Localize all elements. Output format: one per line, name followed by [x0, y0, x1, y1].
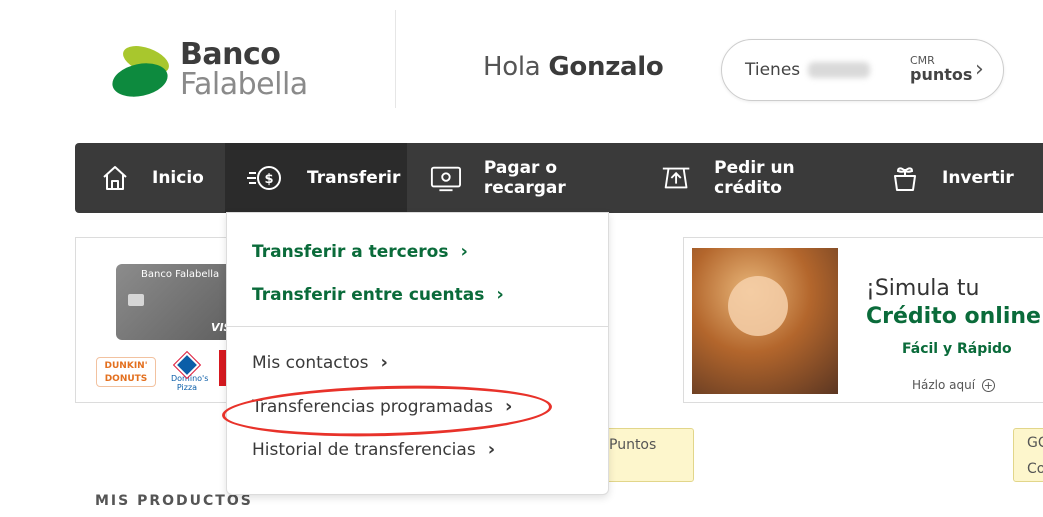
points-value-blurred: [808, 62, 870, 78]
main-nav: Inicio $ Transferir Pagar o recargar Ped…: [75, 143, 1043, 213]
chevron-right-icon: ›: [496, 284, 504, 305]
home-icon: [103, 166, 127, 190]
greeting: Hola Gonzalo: [483, 52, 664, 82]
banner-title-line1: ¡Simula tu: [866, 276, 980, 301]
menu-item-transferir-terceros[interactable]: Transferir a terceros ›: [252, 241, 468, 262]
logo-leaf-icon: [112, 46, 169, 97]
product-card-partial[interactable]: GC Co: [1013, 428, 1043, 482]
payment-screen-icon: [430, 166, 461, 192]
card-bank-name: Banco Falabella: [141, 269, 220, 280]
nav-label-transferir: Transferir: [307, 168, 401, 188]
section-title-mis-productos: MIS PRODUCTOS: [95, 493, 253, 509]
svg-text:$: $: [264, 172, 273, 187]
dominos-pizza-logo: Domino's Pizza: [171, 350, 208, 392]
transferir-dropdown-menu: Transferir a terceros › Transferir entre…: [226, 212, 609, 495]
menu-item-historial-transferencias[interactable]: Historial de transferencias ›: [252, 439, 495, 460]
points-label: Tienes: [745, 60, 801, 80]
banco-falabella-logo[interactable]: Banco Falabella: [110, 38, 320, 104]
user-name: Gonzalo: [548, 52, 664, 82]
cmr-puntos-logo: CMR puntos: [910, 54, 973, 84]
menu-item-transferir-entre-cuentas[interactable]: Transferir entre cuentas ›: [252, 284, 504, 305]
logo-text-falabella: Falabella: [180, 67, 308, 102]
menu-label: Transferir a terceros: [252, 241, 449, 262]
nav-label-inicio: Inicio: [152, 168, 204, 188]
transfer-money-icon: $: [247, 166, 281, 190]
nav-item-transferir[interactable]: $ Transferir: [225, 143, 407, 213]
family-photo: [692, 248, 838, 394]
partial-text-1: GC: [1027, 435, 1043, 451]
investment-icon: [894, 167, 916, 191]
chevron-right-icon: ›: [975, 57, 984, 82]
menu-label: Transferir entre cuentas: [252, 284, 485, 305]
banner-title-line2: Crédito online!: [866, 304, 1043, 329]
banner-cta-label: Házlo aquí: [912, 378, 976, 392]
menu-label: Historial de transferencias: [252, 439, 476, 460]
chevron-right-icon: ›: [460, 241, 468, 262]
chevron-right-icon: ›: [487, 439, 496, 460]
points-card-label: Puntos: [609, 437, 657, 453]
credit-icon: [662, 167, 690, 189]
nav-label-credito: Pedir un crédito: [714, 158, 795, 198]
menu-divider: [227, 326, 608, 327]
puntos-text: puntos: [910, 65, 973, 84]
plus-circle-icon: +: [981, 379, 995, 392]
simula-credito-banner[interactable]: ¡Simula tu Crédito online! Fácil y Rápid…: [683, 237, 1043, 403]
menu-item-mis-contactos[interactable]: Mis contactos ›: [252, 352, 388, 373]
logo-text-banco: Banco: [180, 37, 281, 72]
credit-card-promo[interactable]: Banco Falabella VISA DUNKIN' DONUTS Domi…: [75, 237, 246, 403]
nav-item-pagar-o-recargar[interactable]: Pagar o recargar: [430, 143, 635, 213]
banner-subtitle: Fácil y Rápido: [902, 341, 1012, 357]
partner-brands: DUNKIN' DONUTS Domino's Pizza: [96, 350, 208, 392]
nav-item-invertir[interactable]: Invertir: [890, 143, 1043, 213]
card-chip: [128, 294, 144, 306]
cmr-points-button[interactable]: Tienes CMR puntos ›: [721, 39, 1004, 101]
dominos-text: Domino's Pizza: [171, 374, 209, 392]
dunkin-donuts-logo: DUNKIN' DONUTS: [96, 357, 156, 387]
chevron-right-icon: ›: [380, 352, 388, 373]
nav-label-invertir: Invertir: [942, 168, 1014, 188]
nav-label-pagar: Pagar o recargar: [483, 158, 566, 198]
header-divider: [395, 10, 396, 108]
partial-text-2: Co: [1027, 461, 1043, 477]
greeting-prefix: Hola: [483, 52, 541, 82]
banner-cta[interactable]: Házlo aquí +: [912, 378, 995, 392]
menu-label: Mis contactos: [252, 352, 369, 373]
nav-item-pedir-credito[interactable]: Pedir un crédito: [660, 143, 860, 213]
